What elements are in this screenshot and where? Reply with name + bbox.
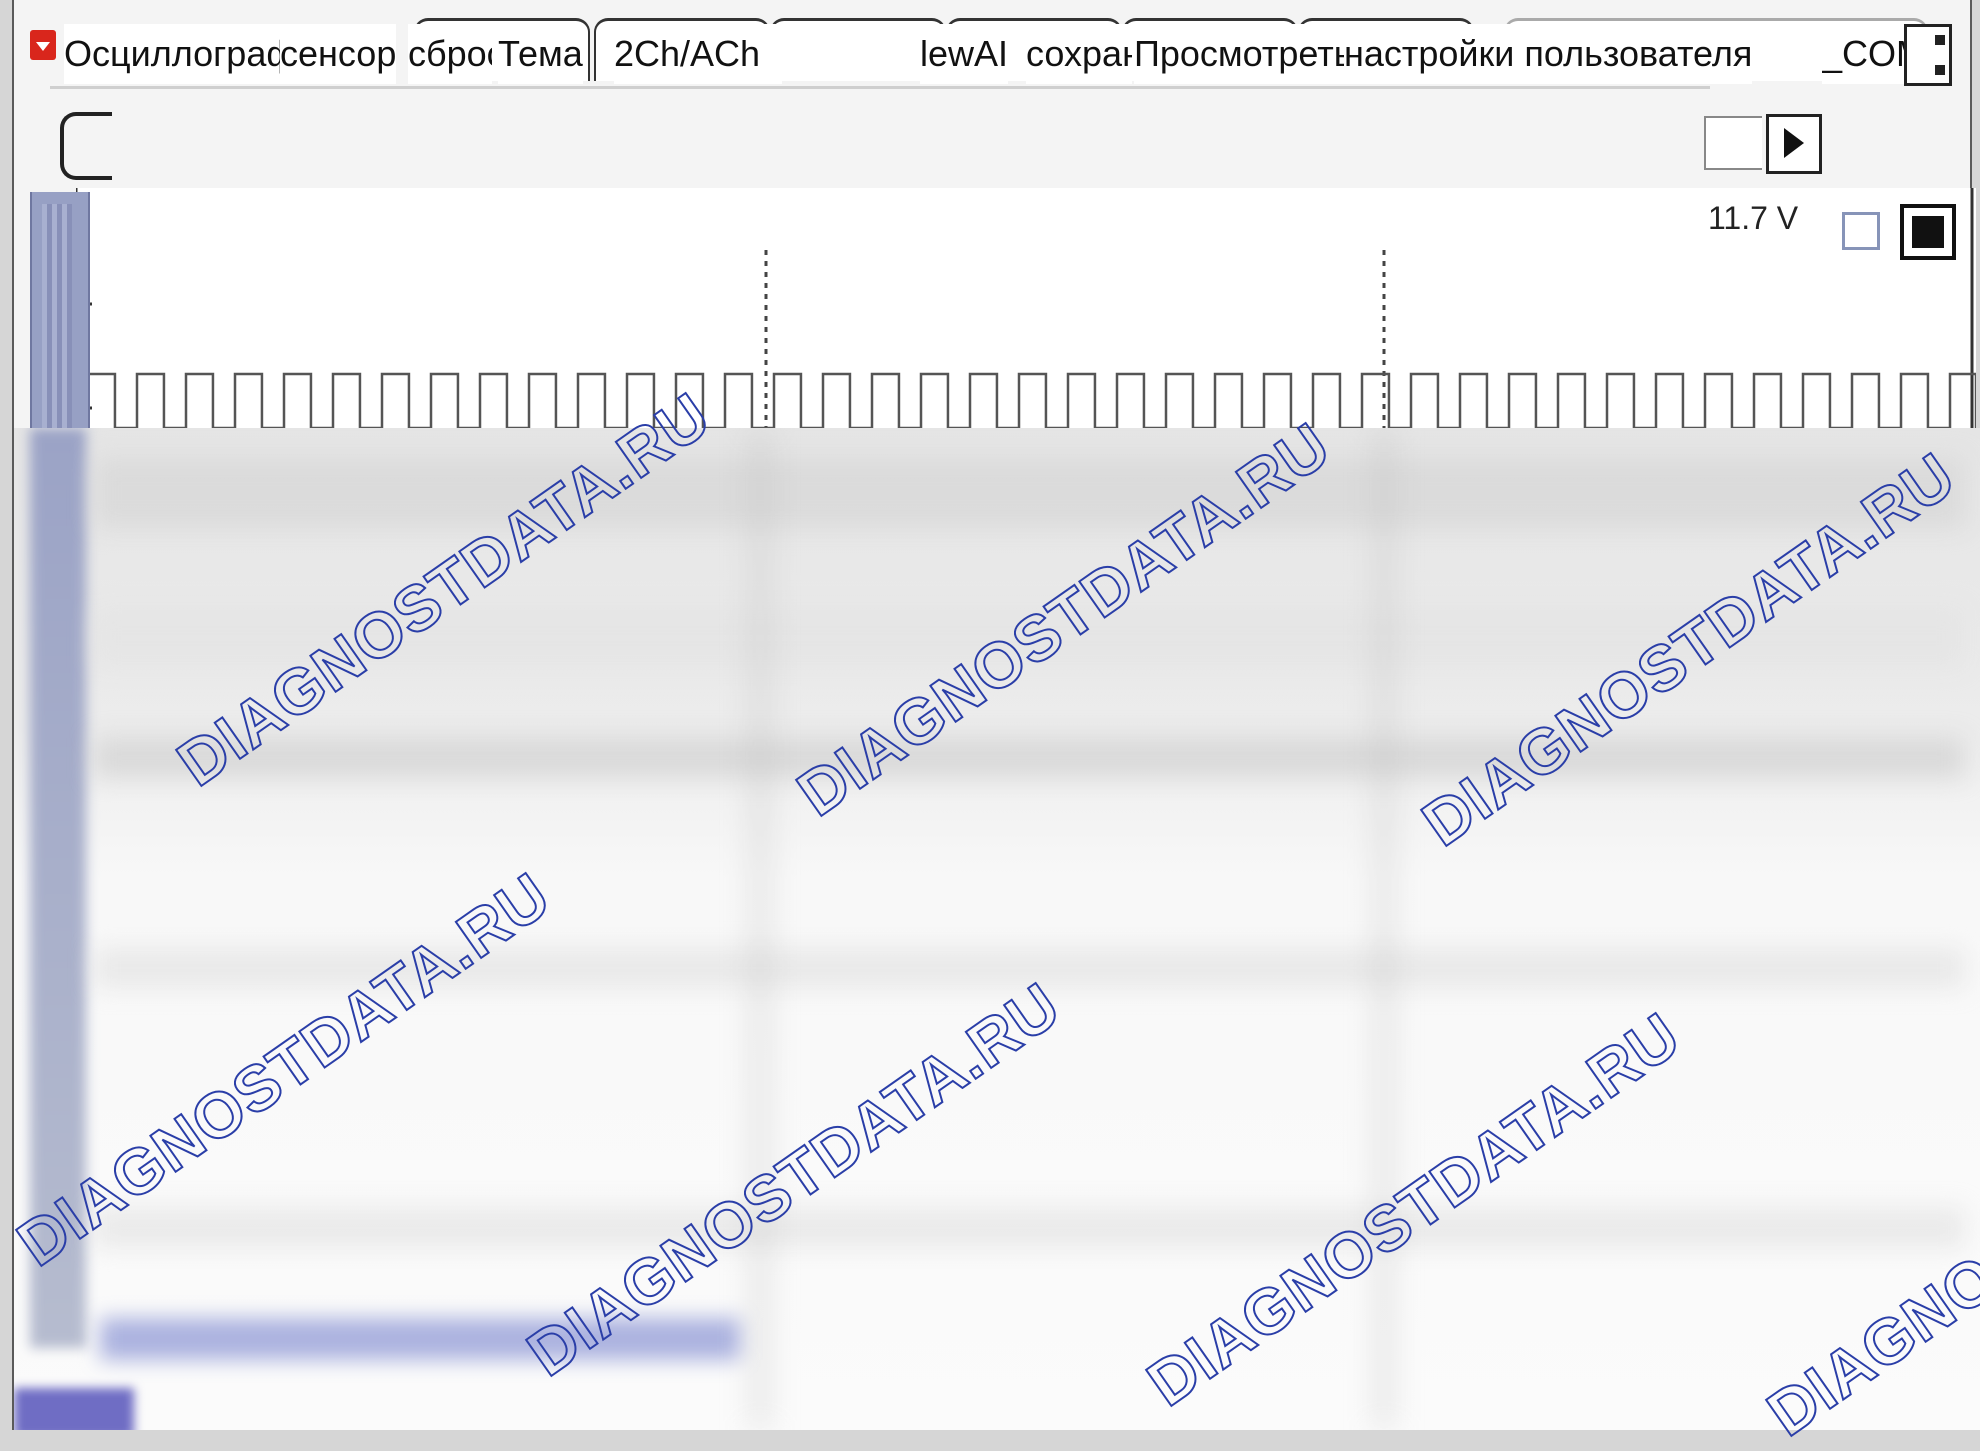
menu-item-channel-mode[interactable]: 2Ch/ACh: [614, 24, 782, 84]
square-wave-trace: [86, 372, 1976, 430]
menu-item-view[interactable]: Просмотреть: [1134, 24, 1353, 84]
blurred-column: [750, 428, 770, 1430]
menu-item-save[interactable]: сохран: [1026, 24, 1132, 84]
menu-item-reset-sound[interactable]: сброс зв: [408, 24, 492, 84]
menu-item-oscilloscope[interactable]: Осциллограф: [64, 24, 296, 84]
app-menu-icon[interactable]: [30, 30, 56, 60]
blurred-row: [94, 608, 1964, 668]
blurred-column: [1374, 428, 1394, 1430]
menu-bar: Осциллограф сенсор сброс зв Тема 2Ch/ACh…: [64, 10, 1964, 88]
menu-divider: [50, 86, 1710, 89]
left-control-button[interactable]: [60, 112, 112, 180]
blurred-row: [94, 458, 1964, 528]
blurred-row: [94, 948, 1964, 988]
voltage-readout: 11.7 V: [1708, 200, 1799, 236]
toolbar-value-field[interactable]: [1704, 116, 1762, 170]
blurred-status-bar: [100, 1318, 740, 1360]
menu-item-sensor[interactable]: сенсор: [280, 24, 397, 84]
blurred-corner-button: [14, 1388, 134, 1430]
blurred-row: [94, 738, 1964, 778]
blurred-region: [14, 428, 1980, 1430]
channel-b-toggle[interactable]: [1900, 204, 1956, 260]
oscilloscope-window: Осциллограф сенсор сброс зв Тема 2Ch/ACh…: [4, 0, 1980, 1451]
close-button[interactable]: [1904, 24, 1952, 86]
menu-item-user-settings[interactable]: настройки пользователя: [1344, 24, 1753, 84]
blurred-row: [94, 1208, 1964, 1248]
menu-item-theme[interactable]: Тема: [498, 24, 583, 84]
menu-item-view-ai[interactable]: lewAI: [920, 24, 1009, 84]
play-button[interactable]: [1766, 114, 1822, 174]
channel-a-toggle[interactable]: [1842, 212, 1880, 250]
blurred-sidebar: [30, 428, 86, 1348]
